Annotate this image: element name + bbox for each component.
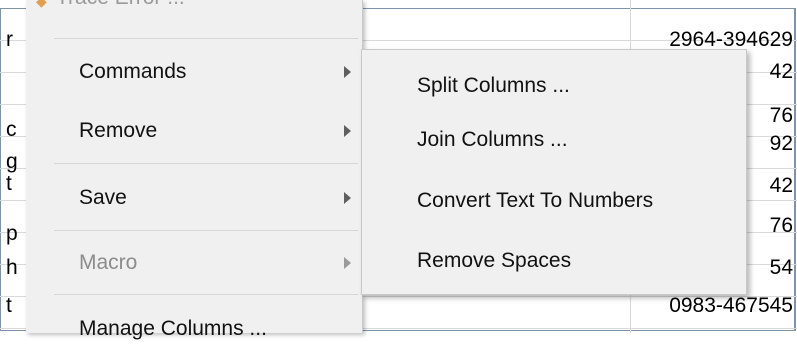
submenu-item-label: Join Columns ...: [417, 128, 568, 151]
submenu-item-join-columns[interactable]: Join Columns ...: [362, 118, 746, 162]
menu-item-label: Remove: [79, 119, 158, 142]
trace-error-icon: ◆: [36, 0, 47, 9]
chevron-right-icon: [344, 125, 351, 137]
chevron-right-icon: [344, 66, 351, 78]
menu-separator: [54, 38, 358, 39]
chevron-right-icon: [344, 192, 351, 204]
context-menu: ◆ Trace Error ... Commands Remove Save M…: [26, 0, 363, 340]
menu-item-commands[interactable]: Commands: [26, 50, 362, 94]
menu-separator: [54, 294, 358, 295]
commands-submenu: Split Columns ... Join Columns ... Conve…: [361, 49, 747, 295]
menu-item-label: Commands: [79, 60, 187, 83]
menu-separator: [54, 163, 358, 164]
menu-item-label: Save: [79, 186, 127, 209]
menu-separator: [54, 230, 358, 231]
submenu-item-label: Remove Spaces: [417, 249, 572, 272]
table-cell[interactable]: p: [6, 218, 22, 250]
submenu-item-label: Split Columns ...: [417, 74, 570, 97]
table-cell[interactable]: h: [6, 252, 22, 284]
submenu-item-split-columns[interactable]: Split Columns ...: [362, 64, 746, 108]
menu-item-label: Macro: [79, 251, 138, 274]
menu-item-label: Manage Columns ...: [79, 317, 267, 340]
menu-item-macro[interactable]: Macro: [26, 241, 362, 285]
menu-item-trace-error[interactable]: Trace Error ...: [56, 0, 185, 10]
submenu-item-label: Convert Text To Numbers: [417, 189, 654, 212]
submenu-item-remove-spaces[interactable]: Remove Spaces: [362, 239, 746, 283]
table-cell[interactable]: c: [6, 114, 22, 146]
menu-item-manage-columns[interactable]: Manage Columns ...: [26, 307, 362, 351]
menu-item-save[interactable]: Save: [26, 176, 362, 220]
table-cell[interactable]: t: [6, 290, 22, 322]
table-cell[interactable]: t: [6, 168, 22, 200]
table-cell[interactable]: r: [6, 24, 22, 56]
chevron-right-icon: [344, 257, 351, 269]
menu-item-remove[interactable]: Remove: [26, 109, 362, 153]
submenu-item-convert-text-to-numbers[interactable]: Convert Text To Numbers: [362, 179, 746, 223]
